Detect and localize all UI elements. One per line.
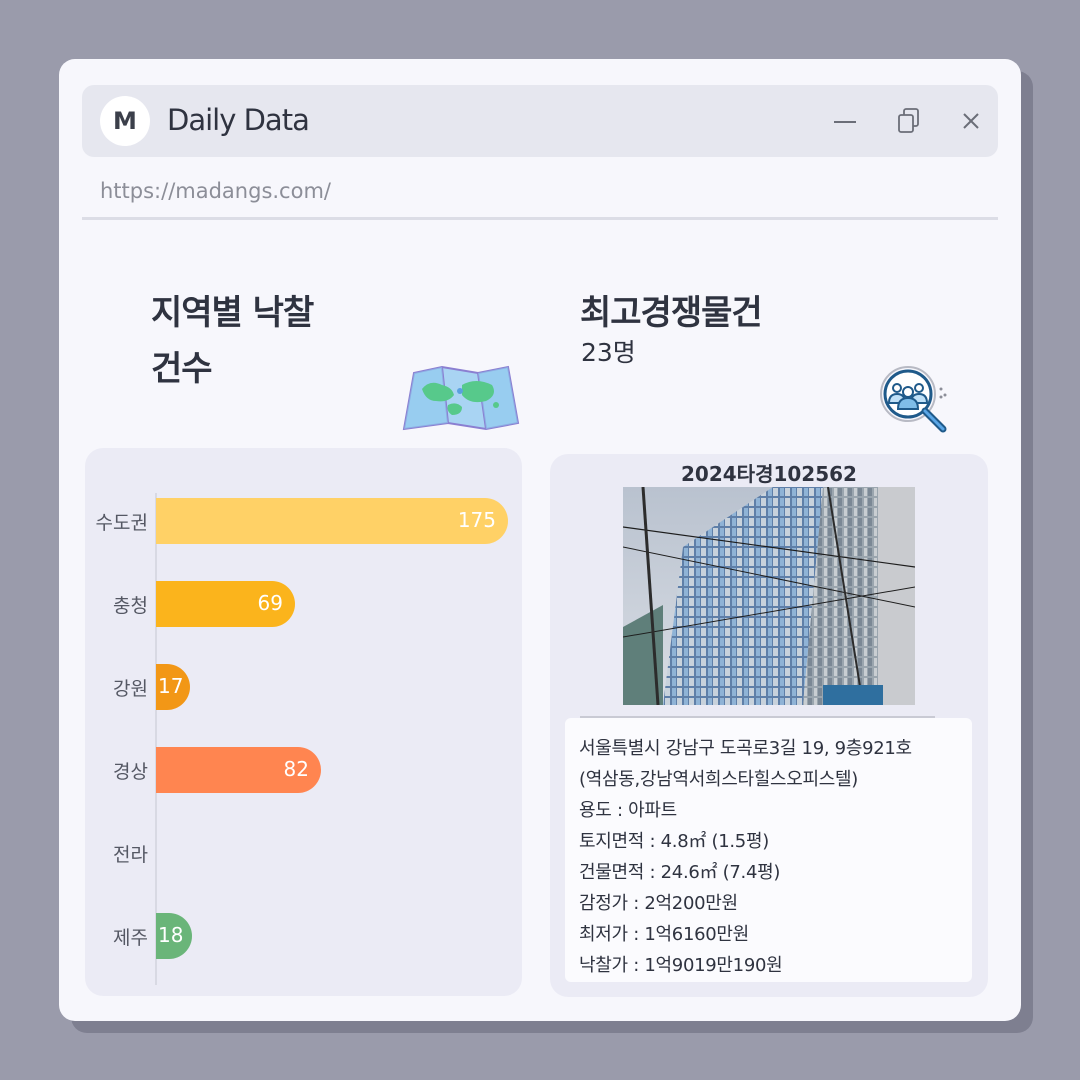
listing-detail-line: 감정가 : 2억200만원 <box>579 893 738 914</box>
bar-category-label: 제주 <box>113 927 148 949</box>
bar-category-label: 전라 <box>113 844 148 866</box>
listing-details: 서울특별시 강남구 도곡로3길 19, 9층921호 (역삼동,강남역서희스타힐스… <box>565 718 972 982</box>
listing-detail-line: 건물면적 : 24.6㎡ (7.4평) <box>579 862 781 883</box>
listing-panel: 2024타경102562 서울특별시 강남구 도곡로3길 19, 9층921호 … <box>550 454 988 997</box>
bar-value-label: 175 <box>457 508 496 532</box>
listing-detail-line: 토지면적 : 4.8㎡ (1.5평) <box>579 831 769 852</box>
building-photo[interactable] <box>623 487 915 705</box>
folded-map-icon <box>402 365 520 431</box>
close-button[interactable] <box>955 105 987 137</box>
bar-row: 경상 82 <box>85 747 522 793</box>
bar-row: 충청 69 <box>85 581 522 627</box>
listing-detail-line: 서울특별시 강남구 도곡로3길 19, 9층921호 <box>579 738 912 759</box>
bar-value-label: 69 <box>257 591 283 615</box>
region-bid-heading-line2: 건수 <box>151 349 213 389</box>
bar-row: 제주 18 <box>85 913 522 959</box>
close-icon <box>963 113 979 129</box>
region-bid-heading-line1: 지역별 낙찰 <box>151 293 314 333</box>
building-photo-art <box>623 487 915 705</box>
title-bar: M Daily Data <box>82 85 998 157</box>
region-bid-heading: 지역별 낙찰 건수 <box>151 285 314 397</box>
bar-row: 전라 <box>85 830 522 876</box>
bar-category-label: 경상 <box>113 761 148 783</box>
bidder-count: 23명 <box>581 338 636 367</box>
restore-icon <box>898 108 919 133</box>
listing-detail-line: 용도 : 아파트 <box>579 800 677 821</box>
bar-value-label: 17 <box>158 674 184 698</box>
app-title: Daily Data <box>167 103 310 137</box>
case-number: 2024타경102562 <box>681 462 857 486</box>
app-logo: M <box>100 96 150 146</box>
bar[interactable] <box>156 498 508 544</box>
restore-button[interactable] <box>894 105 926 137</box>
people-search-icon <box>880 366 947 433</box>
bar-category-label: 수도권 <box>95 512 148 534</box>
bar-row: 강원 17 <box>85 664 522 710</box>
address-divider <box>82 217 998 220</box>
bar-value-label: 18 <box>158 923 184 947</box>
minimize-button[interactable] <box>829 105 861 137</box>
bar-category-label: 강원 <box>113 678 148 700</box>
bar-row: 수도권 175 <box>85 498 522 544</box>
listing-detail-line: (역삼동,강남역서희스타힐스오피스텔) <box>579 769 859 790</box>
minimize-icon <box>834 121 856 123</box>
bar-value-label: 82 <box>283 757 309 781</box>
address-url[interactable]: https://madangs.com/ <box>100 179 331 203</box>
chart-axis <box>155 493 157 985</box>
bar-category-label: 충청 <box>113 595 148 617</box>
region-bar-chart: 수도권 175 충청 69 강원 17 경상 82 전라제주 18 <box>85 448 522 996</box>
app-window: M Daily Data https://madangs.com/ 지역별 낙찰… <box>59 59 1021 1021</box>
listing-detail-line: 낙찰가 : 1억9019만190원 <box>579 955 783 976</box>
listing-detail-line: 최저가 : 1억6160만원 <box>579 924 749 945</box>
